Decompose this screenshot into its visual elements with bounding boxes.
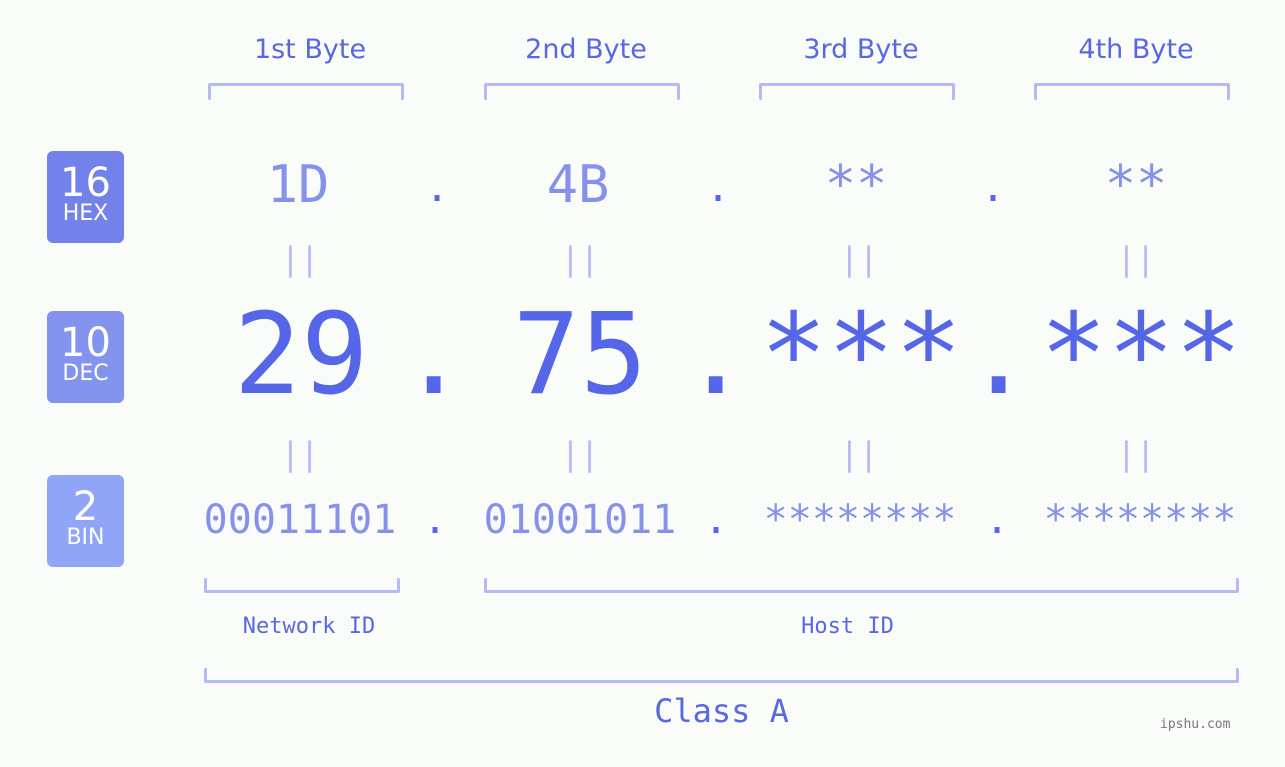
byte-bracket-1	[208, 83, 404, 100]
dec-dot-1: .	[400, 290, 468, 420]
host-id-label: Host ID	[801, 614, 894, 639]
byte-bracket-3	[759, 83, 955, 100]
bin-byte-1: 00011101	[203, 497, 397, 543]
hex-base-label: HEX	[62, 201, 109, 226]
class-bracket	[204, 668, 1239, 683]
bin-base-number: 2	[72, 484, 99, 530]
hex-badge: 16 HEX	[47, 151, 124, 243]
equals-sign: ||	[1116, 240, 1156, 278]
dec-base-label: DEC	[62, 361, 109, 386]
byte-label-1: 1st Byte	[253, 34, 367, 65]
byte-label-4: 4th Byte	[1078, 34, 1194, 65]
equals-sign: ||	[280, 435, 320, 473]
dec-dot-2: .	[682, 290, 750, 420]
bin-byte-3: ********	[763, 497, 957, 543]
hex-dot-2: .	[706, 165, 731, 211]
hex-dot-3: .	[981, 165, 1006, 211]
dec-byte-2: 75	[512, 290, 648, 420]
dec-byte-3: ***	[759, 290, 963, 420]
equals-sign: ||	[280, 240, 320, 278]
bin-byte-2: 01001011	[483, 497, 677, 543]
byte-label-3: 3rd Byte	[803, 34, 919, 65]
network-id-label: Network ID	[242, 614, 376, 639]
bin-base-label: BIN	[66, 525, 105, 550]
class-label: Class A	[654, 692, 789, 730]
dec-base-number: 10	[60, 320, 111, 366]
equals-sign: ||	[560, 435, 600, 473]
watermark: ipshu.com	[1160, 717, 1231, 732]
byte-label-2: 2nd Byte	[525, 34, 647, 65]
hex-byte-4: **	[1104, 155, 1168, 215]
equals-sign: ||	[839, 240, 879, 278]
dec-byte-1: 29	[233, 290, 369, 420]
byte-bracket-2	[484, 83, 680, 100]
bin-dot-3: .	[985, 497, 1010, 543]
equals-sign: ||	[1116, 435, 1156, 473]
dec-badge: 10 DEC	[47, 311, 124, 403]
equals-sign: ||	[560, 240, 600, 278]
bin-badge: 2 BIN	[47, 475, 124, 567]
equals-sign: ||	[839, 435, 879, 473]
hex-base-number: 16	[60, 160, 111, 206]
network-id-bracket	[204, 578, 400, 593]
byte-bracket-4	[1034, 83, 1230, 100]
bin-dot-2: .	[704, 497, 729, 543]
hex-byte-3: **	[824, 155, 888, 215]
host-id-bracket	[484, 578, 1239, 593]
dec-dot-3: .	[965, 290, 1033, 420]
hex-dot-1: .	[425, 165, 450, 211]
bin-dot-1: .	[423, 497, 448, 543]
hex-byte-2: 4B	[546, 155, 610, 215]
dec-byte-4: ***	[1039, 290, 1243, 420]
hex-byte-1: 1D	[266, 155, 330, 215]
bin-byte-4: ********	[1043, 497, 1237, 543]
